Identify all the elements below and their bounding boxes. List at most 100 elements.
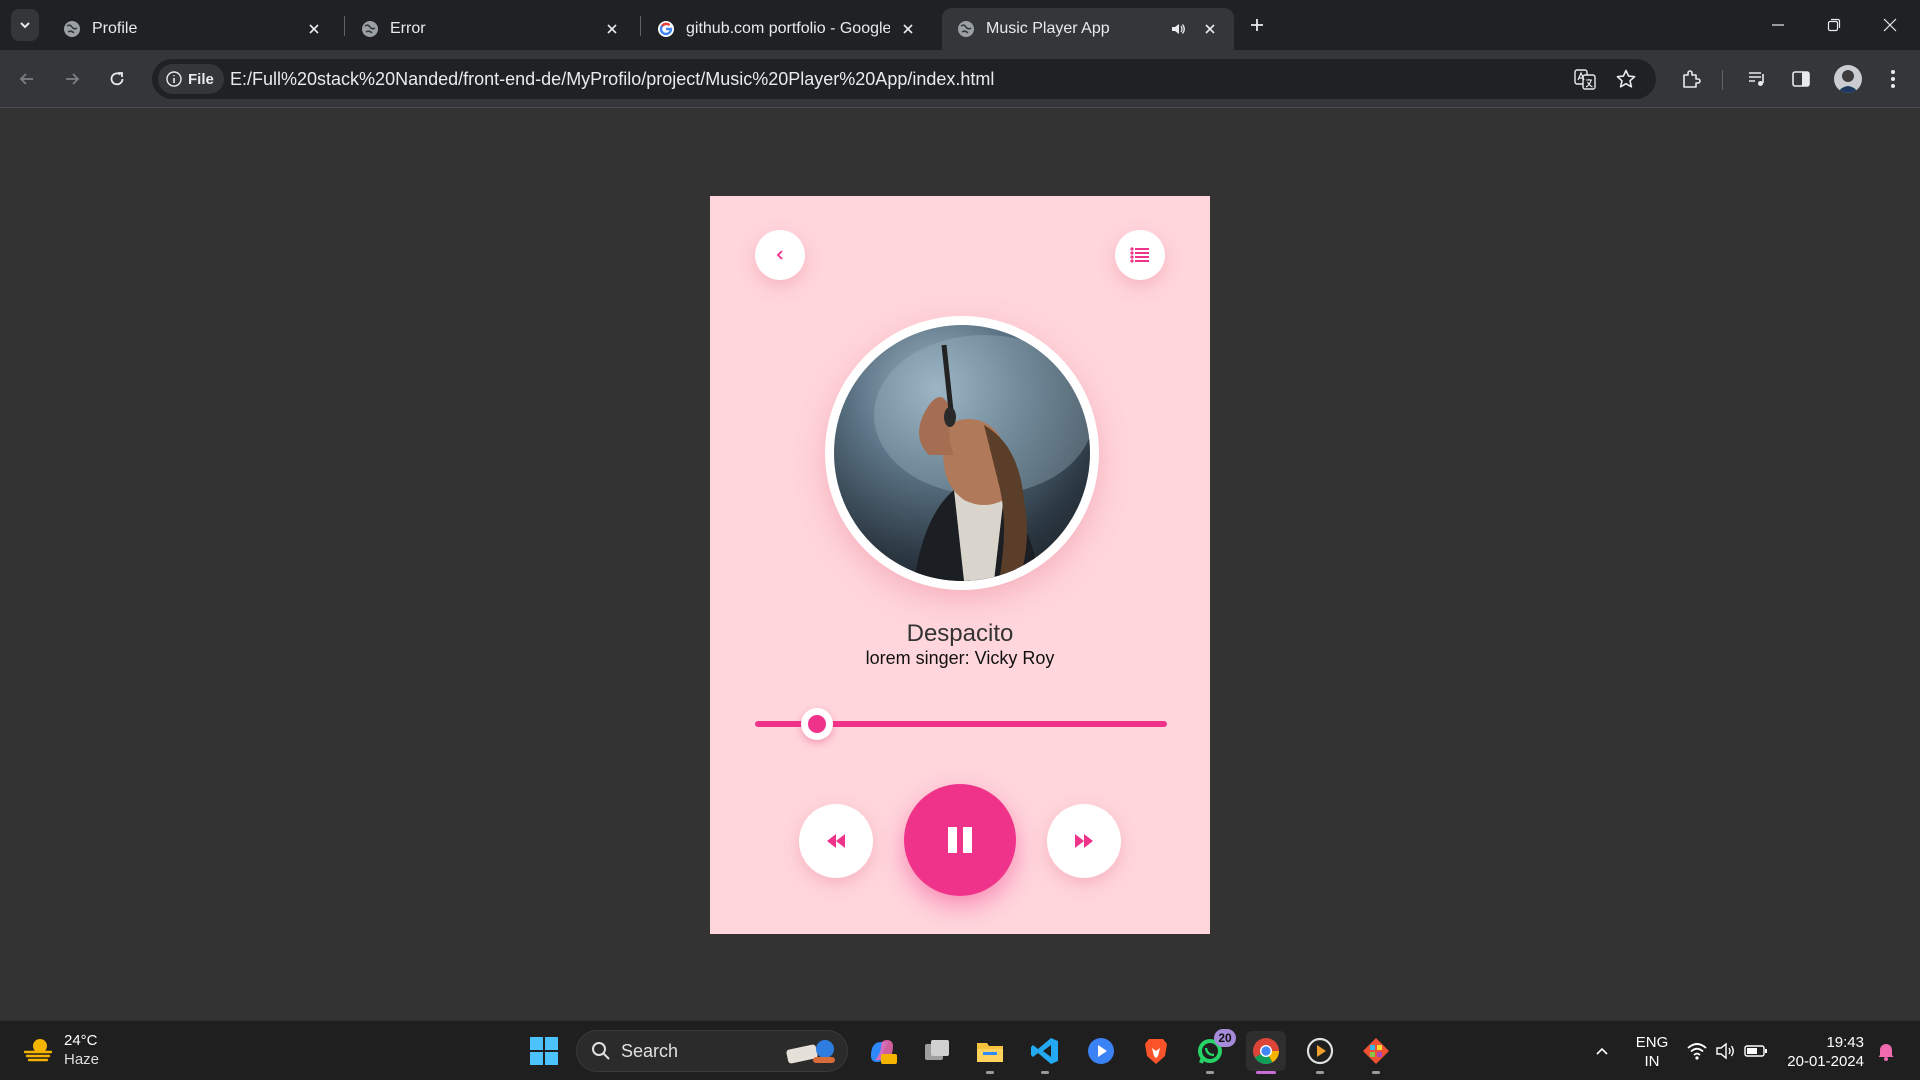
address-bar[interactable]: File E:/Full%20stack%20Nanded/front-end-… [152,59,1656,99]
running-indicator [1316,1071,1324,1074]
site-info-label: File [188,70,214,88]
previous-button[interactable] [799,804,873,878]
taskbar-search[interactable]: Search [576,1030,848,1072]
git-diamond-icon [1363,1038,1389,1064]
file-explorer-app[interactable] [970,1031,1010,1074]
tab-title: Error [390,20,426,37]
start-button[interactable] [524,1031,564,1071]
search-icon [592,1042,610,1060]
translate-icon[interactable] [1572,66,1598,92]
git-app[interactable] [1356,1031,1396,1074]
copilot-app[interactable] [862,1031,902,1071]
progress-thumb[interactable] [800,708,833,740]
tab-github-search[interactable]: github.com portfolio - Google S [642,8,932,50]
battery-icon[interactable] [1744,1039,1768,1063]
whatsapp-app[interactable]: 20 [1190,1029,1236,1074]
extensions-icon[interactable] [1676,64,1706,94]
weather-widget[interactable]: 24°C Haze [22,1031,99,1069]
language-code: ENG [1635,1034,1669,1051]
chevron-up-icon[interactable] [1590,1039,1614,1063]
close-icon[interactable] [898,19,918,39]
plus-icon [1251,19,1263,31]
running-indicator [1041,1071,1049,1074]
play-pause-button[interactable] [904,784,1016,896]
weather-condition: Haze [64,1051,100,1068]
back-button[interactable] [12,64,42,94]
user-icon [1837,70,1859,93]
site-info-chip[interactable]: File [158,64,224,94]
haze-sun-icon [23,1039,53,1062]
weather-temperature: 24°C [64,1032,98,1049]
notification-bell-icon[interactable] [1874,1039,1898,1063]
media-control-icon[interactable] [1742,64,1772,94]
clock[interactable]: 19:43 20-01-2024 [1784,1033,1864,1071]
tab-separator [640,16,641,36]
running-indicator [1206,1071,1214,1074]
tab-strip: Profile Error github.com portfolio - Goo… [0,0,1920,50]
fast-forward-icon [1075,834,1093,848]
globe-icon [360,19,380,39]
next-button[interactable] [1047,804,1121,878]
vscode-app[interactable] [1025,1031,1065,1074]
chrome-icon [1253,1038,1280,1065]
minimize-icon [1772,24,1784,26]
active-indicator [1256,1071,1276,1074]
brave-app[interactable] [1136,1031,1176,1071]
arrow-right-icon [66,73,80,85]
minimize-button[interactable] [1750,0,1806,50]
notification-badge: 20 [1214,1029,1236,1047]
restore-button[interactable] [1806,0,1862,50]
url-text[interactable]: E:/Full%20stack%20Nanded/front-end-de/My… [230,69,994,90]
music-player-card: Despacito lorem singer: Vicky Roy [710,196,1210,934]
search-label: Search [621,1040,679,1061]
search-highlight-icon [786,1040,835,1064]
close-icon[interactable] [602,19,622,39]
song-title: Despacito [906,620,1014,647]
star-icon[interactable] [1613,66,1639,92]
globe-icon [62,19,82,39]
tab-title: Music Player App [986,20,1110,37]
reload-button[interactable] [102,64,132,94]
side-panel-icon[interactable] [1786,64,1816,94]
volume-icon[interactable] [1714,1039,1738,1063]
close-icon[interactable] [1200,19,1220,39]
chrome-app[interactable] [1246,1031,1286,1074]
playlist-button[interactable] [1115,230,1165,280]
wifi-icon[interactable] [1685,1039,1709,1063]
clock-time: 19:43 [1826,1034,1864,1051]
google-icon [656,19,676,39]
tab-music-player[interactable]: Music Player App [942,8,1234,50]
close-window-button[interactable] [1862,0,1918,50]
running-indicator [1372,1071,1380,1074]
tab-search-button[interactable] [11,9,39,41]
progress-slider[interactable] [755,708,1167,740]
speaker-icon[interactable] [1168,19,1188,39]
toolbar-divider [1722,70,1723,90]
media-player-app[interactable] [1081,1031,1121,1071]
profile-avatar[interactable] [1834,65,1862,93]
tab-profile[interactable]: Profile [48,8,338,50]
chevron-left-icon [776,250,783,260]
album-art [825,316,1099,590]
song-artist: lorem singer: Vicky Roy [865,648,1055,668]
video-player-app[interactable] [1300,1031,1340,1074]
vscode-icon [1031,1038,1058,1064]
forward-button[interactable] [57,64,87,94]
task-view-icon [925,1040,949,1060]
back-button[interactable] [755,230,805,280]
play-circle-icon [1088,1038,1114,1064]
more-menu-icon[interactable] [1878,64,1908,94]
region-code: IN [1644,1053,1660,1070]
tab-error[interactable]: Error [346,8,636,50]
new-tab-button[interactable] [1242,10,1272,40]
play-button-icon [1306,1037,1334,1065]
close-icon[interactable] [304,19,324,39]
close-icon [1883,18,1897,32]
language-indicator[interactable]: ENG IN [1632,1033,1672,1071]
running-indicator [986,1071,994,1074]
tab-title: github.com portfolio - Google S [686,20,890,37]
task-view-app[interactable] [917,1031,957,1071]
reload-icon [110,72,124,86]
folder-icon [977,1043,1003,1062]
tab-separator [344,16,345,36]
